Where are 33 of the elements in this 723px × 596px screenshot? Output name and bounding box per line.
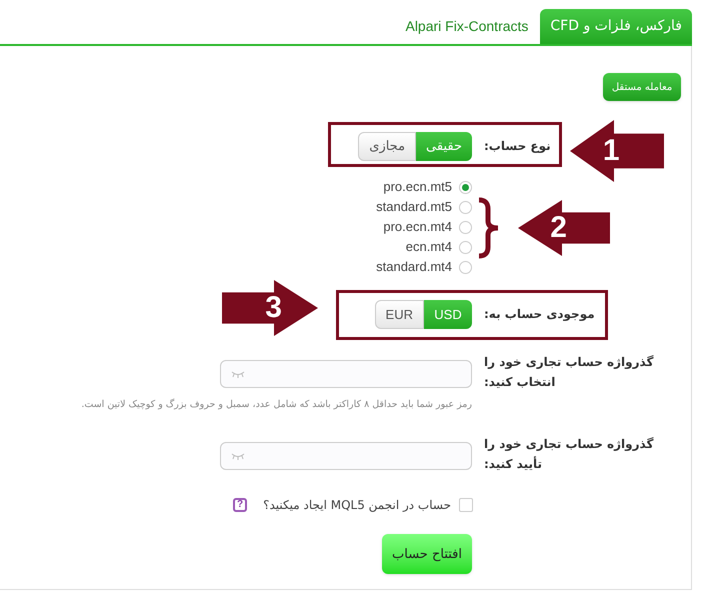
toggle-option[interactable]: مجازی [358, 132, 416, 161]
help-button[interactable]: ? [233, 498, 248, 512]
radio-button[interactable] [459, 200, 472, 214]
radio-label: pro.ecn.mt5 [383, 178, 452, 196]
radio-button[interactable] [459, 220, 472, 234]
radio-label: standard.mt5 [376, 198, 452, 216]
independent-trading-button[interactable]: معامله مستقل [603, 73, 681, 101]
tab[interactable]: Alpari Fix-Contracts [393, 9, 540, 44]
password-field[interactable] [220, 360, 472, 388]
step-number: 1 [602, 133, 620, 169]
field-label: موجودی حساب به: [484, 306, 595, 323]
tab[interactable]: فارکس، فلزات و CFD [540, 9, 692, 44]
radio-label: pro.ecn.mt4 [383, 218, 452, 236]
radio-button[interactable] [459, 180, 472, 194]
checkbox-label: حساب در انجمن MQL5 ایجاد میکنید؟ [263, 497, 451, 514]
closed-eye-icon [231, 370, 245, 378]
submit-button[interactable]: افتتاح حساب [382, 534, 472, 574]
closed-eye-icon [231, 452, 245, 460]
field-label: گذرواژه حساب تجاری خود را انتخاب کنید: [484, 354, 654, 391]
radio-button[interactable] [459, 260, 472, 274]
hint-text: رمز عبور شما باید حداقل ۸ کاراکتر باشد که شامل عدد، سمبل و حروف بزرگ و کوچیک لاتین است. [81, 398, 472, 412]
toggle-option[interactable]: EUR [374, 300, 424, 329]
field-label: نوع حساب: [484, 138, 551, 155]
radio-button[interactable] [459, 240, 472, 254]
radio-label: ecn.mt4 [406, 238, 452, 256]
toggle-option[interactable]: حقیقی [416, 132, 472, 161]
checkbox[interactable] [459, 498, 473, 512]
radio-label: standard.mt4 [376, 258, 452, 276]
field-label: گذرواژه حساب تجاری خود را تأیید کنید: [484, 436, 654, 474]
password-field[interactable] [220, 442, 472, 470]
step-number: 3 [265, 290, 282, 326]
toggle-option[interactable]: USD [424, 300, 472, 329]
step-number: 2 [550, 210, 567, 246]
